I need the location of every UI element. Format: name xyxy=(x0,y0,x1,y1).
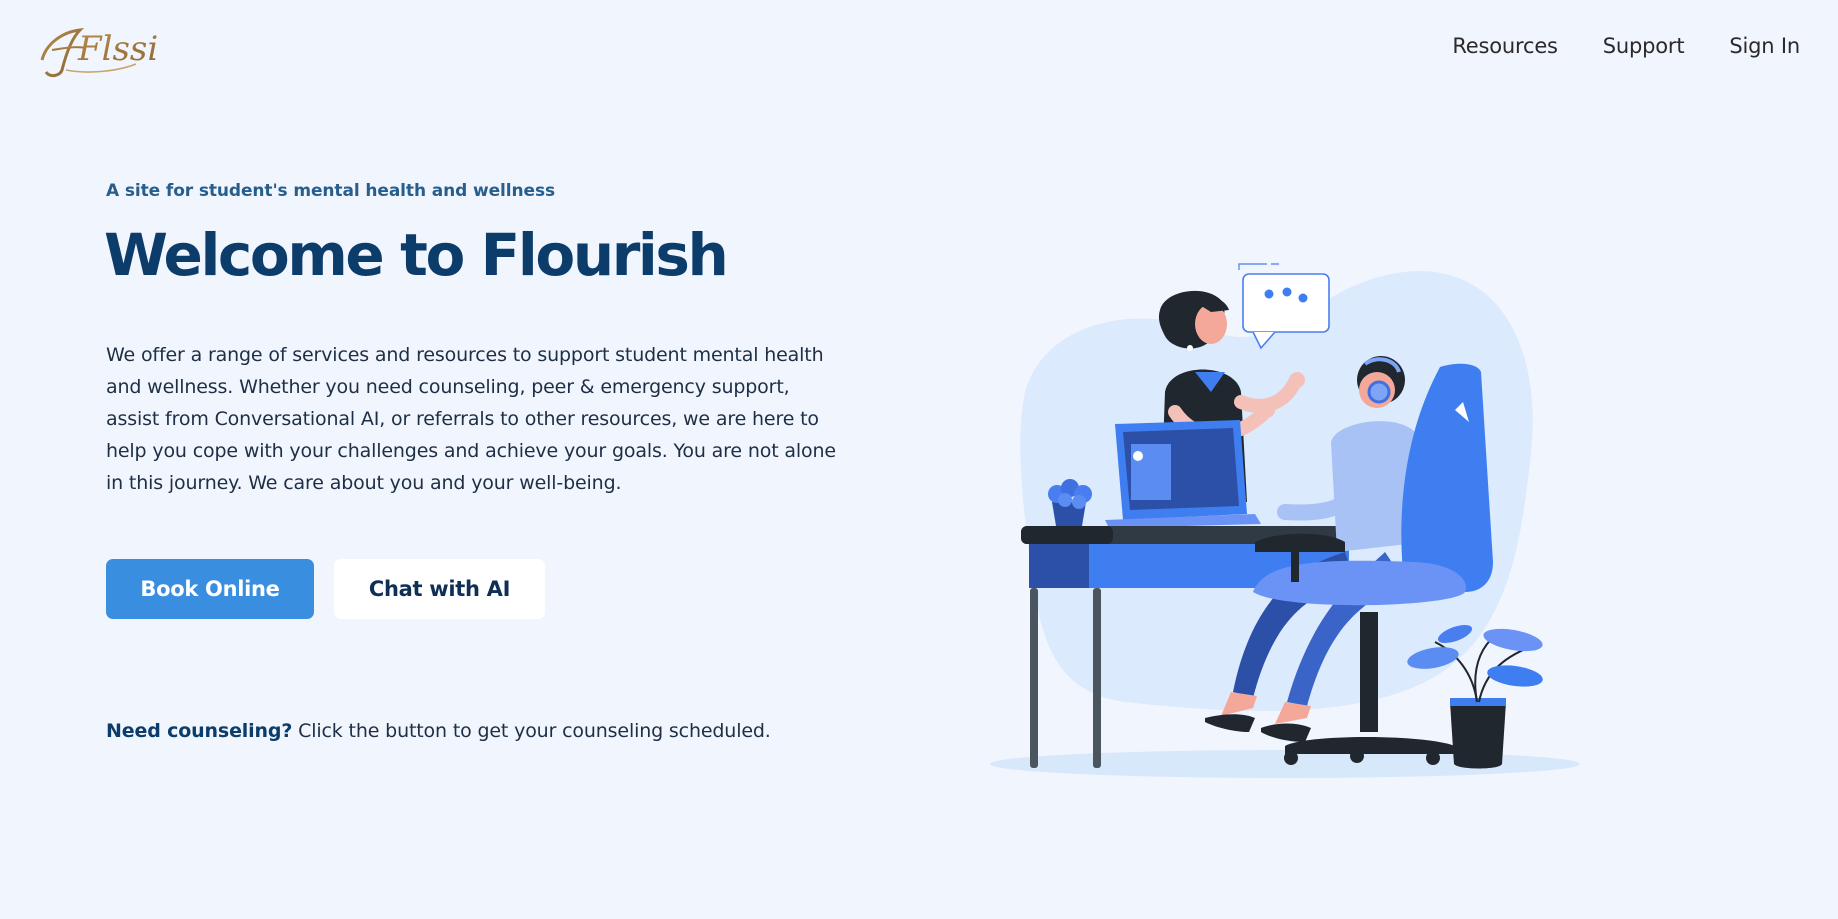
online-counseling-illustration xyxy=(990,263,1580,778)
book-online-button[interactable]: Book Online xyxy=(106,559,314,619)
flourish-logo[interactable]: Flssih xyxy=(36,14,160,80)
chat-with-ai-button[interactable]: Chat with AI xyxy=(334,559,545,619)
counseling-note-text: Click the button to get your counseling … xyxy=(292,720,771,742)
counseling-note-bold: Need counseling? xyxy=(106,720,293,742)
nav-sign-in-link[interactable]: Sign In xyxy=(1729,34,1800,58)
nav-resources-link[interactable]: Resources xyxy=(1452,34,1558,58)
top-nav: Resources Support Sign In xyxy=(1452,34,1800,58)
landing-page: Flssih Resources Support Sign In A site … xyxy=(0,0,1838,919)
hero-tagline: A site for student's mental health and w… xyxy=(106,181,555,201)
hero-title: Welcome to Flourish xyxy=(104,221,729,289)
laptop xyxy=(1105,420,1261,528)
counseling-note: Need counseling? Click the button to get… xyxy=(106,720,771,742)
nav-support-link[interactable]: Support xyxy=(1603,34,1685,58)
svg-text:Flssih: Flssih xyxy=(77,29,160,69)
hero-intro: We offer a range of services and resourc… xyxy=(106,344,836,494)
